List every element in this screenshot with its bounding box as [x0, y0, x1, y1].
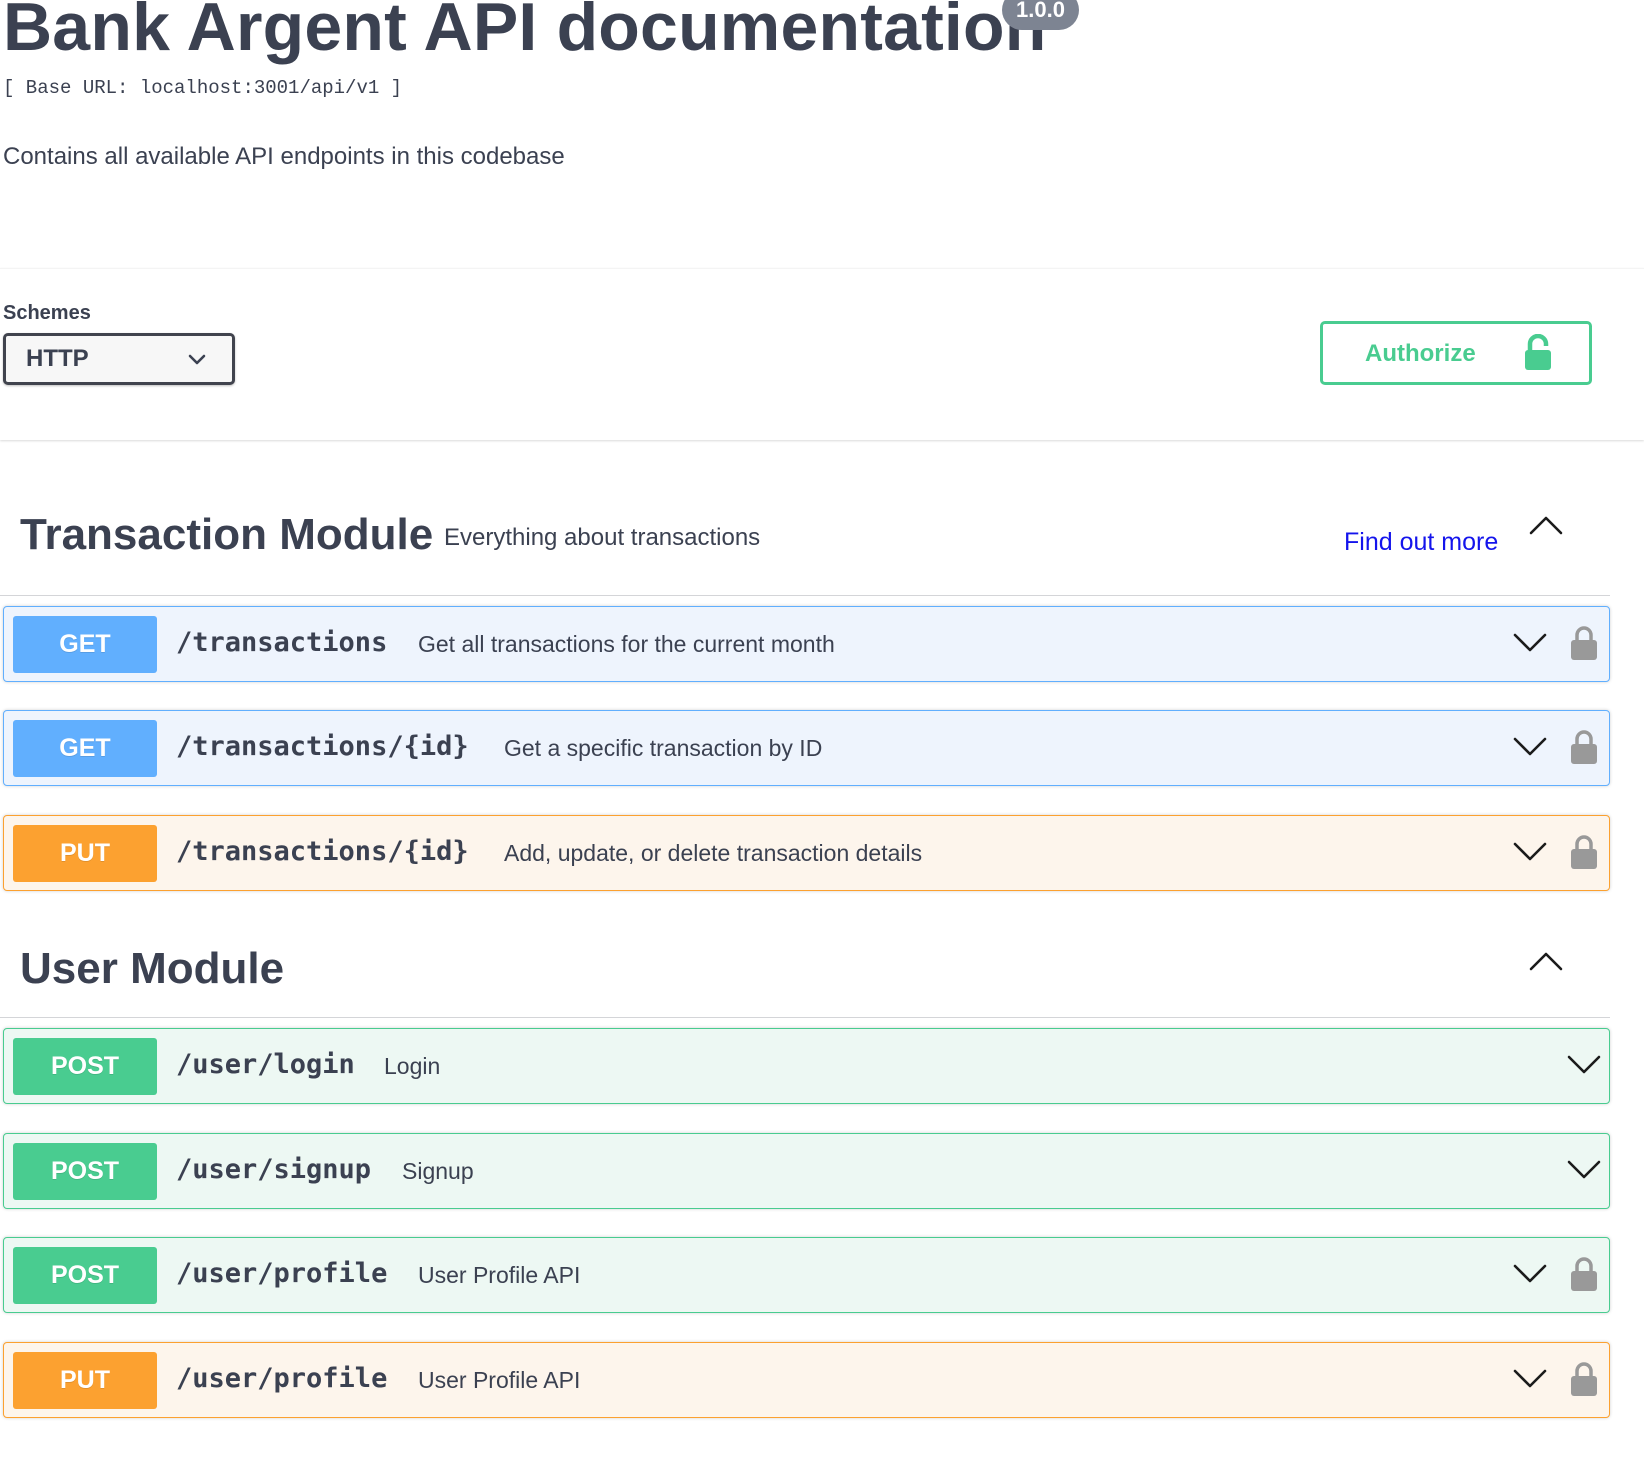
- chevron-down-icon[interactable]: [1512, 735, 1548, 759]
- section-title: Transaction Module: [20, 510, 434, 559]
- operation-summary: Login: [384, 1053, 441, 1079]
- chevron-down-icon: [188, 354, 206, 365]
- chevron-up-icon[interactable]: [1528, 950, 1564, 972]
- api-info: Bank Argent API documentation 1.0.0 [ Ba…: [0, 0, 1644, 268]
- operation-get-transactions[interactable]: GET /transactions Get all transactions f…: [3, 606, 1610, 682]
- operation-summary: Signup: [402, 1158, 474, 1184]
- schemes-label: Schemes: [3, 302, 91, 324]
- authorize-button[interactable]: Authorize: [1320, 321, 1592, 385]
- operation-summary: Get a specific transaction by ID: [504, 735, 823, 761]
- chevron-up-icon[interactable]: [1528, 514, 1564, 536]
- chevron-down-icon[interactable]: [1512, 631, 1548, 655]
- operation-path: /transactions/{id}: [176, 836, 469, 867]
- scheme-select-value: HTTP: [26, 345, 89, 372]
- operation-post-user-login[interactable]: POST /user/login Login: [3, 1028, 1610, 1104]
- operation-path: /user/signup: [176, 1154, 372, 1185]
- method-badge: POST: [13, 1143, 157, 1200]
- section-description: Everything about transactions: [444, 524, 761, 551]
- operation-post-user-profile[interactable]: POST /user/profile User Profile API: [3, 1237, 1610, 1313]
- method-badge: GET: [13, 616, 157, 673]
- operation-path: /user/profile: [176, 1363, 388, 1394]
- method-badge: POST: [13, 1038, 157, 1095]
- operation-post-user-signup[interactable]: POST /user/signup Signup: [3, 1133, 1610, 1209]
- authorize-label: Authorize: [1365, 340, 1476, 367]
- lock-icon[interactable]: [1570, 1361, 1598, 1397]
- chevron-down-icon[interactable]: [1566, 1053, 1602, 1077]
- operation-summary: Get all transactions for the current mon…: [418, 631, 835, 657]
- chevron-down-icon[interactable]: [1512, 840, 1548, 864]
- lock-icon[interactable]: [1570, 729, 1598, 765]
- operation-path: /user/login: [176, 1049, 355, 1080]
- chevron-down-icon[interactable]: [1566, 1158, 1602, 1182]
- operation-path: /transactions: [176, 627, 388, 658]
- scheme-select[interactable]: HTTP: [3, 333, 235, 385]
- api-description: Contains all available API endpoints in …: [3, 143, 565, 170]
- operation-put-transaction-by-id[interactable]: PUT /transactions/{id} Add, update, or d…: [3, 815, 1610, 891]
- page-title: Bank Argent API documentation: [3, 0, 1047, 65]
- operation-path: /user/profile: [176, 1258, 388, 1289]
- version-badge: 1.0.0: [1002, 0, 1079, 30]
- user-module-header[interactable]: User Module: [0, 920, 1610, 1018]
- section-title: User Module: [20, 944, 285, 993]
- lock-icon[interactable]: [1570, 834, 1598, 870]
- operation-get-transaction-by-id[interactable]: GET /transactions/{id} Get a specific tr…: [3, 710, 1610, 786]
- chevron-down-icon[interactable]: [1512, 1262, 1548, 1286]
- scheme-bar: Schemes HTTP Authorize: [0, 268, 1644, 440]
- operation-path: /transactions/{id}: [176, 731, 469, 762]
- operation-summary: Add, update, or delete transaction detai…: [504, 840, 923, 866]
- operation-put-user-profile[interactable]: PUT /user/profile User Profile API: [3, 1342, 1610, 1418]
- method-badge: POST: [13, 1247, 157, 1304]
- transaction-module-header[interactable]: Transaction Module Everything about tran…: [0, 488, 1610, 596]
- method-badge: PUT: [13, 1352, 157, 1409]
- method-badge: GET: [13, 720, 157, 777]
- chevron-down-icon[interactable]: [1512, 1367, 1548, 1391]
- base-url: [ Base URL: localhost:3001/api/v1 ]: [3, 77, 403, 99]
- lock-icon[interactable]: [1570, 1256, 1598, 1292]
- lock-icon[interactable]: [1570, 625, 1598, 661]
- operation-summary: User Profile API: [418, 1367, 581, 1393]
- unlock-icon: [1525, 334, 1551, 370]
- method-badge: PUT: [13, 825, 157, 882]
- find-out-more-link[interactable]: Find out more: [1344, 528, 1498, 557]
- operation-summary: User Profile API: [418, 1262, 581, 1288]
